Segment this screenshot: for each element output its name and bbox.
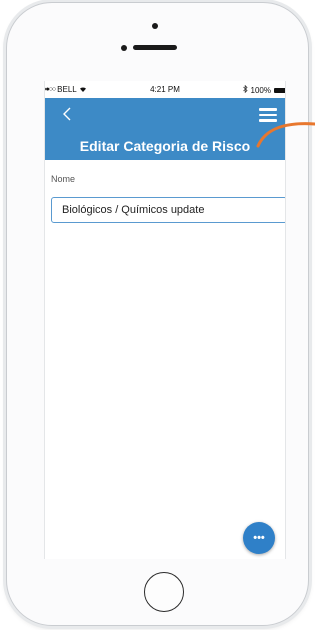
- hamburger-line: [259, 113, 277, 116]
- earpiece-speaker: [133, 45, 177, 50]
- proximity-sensor: [121, 45, 127, 51]
- annotation-arrow: [256, 122, 315, 148]
- phone-frame: ●●●○○ BELL 4:21 PM 100%: [6, 2, 309, 626]
- name-field-label: Nome: [51, 174, 76, 184]
- status-bar: ●●●○○ BELL 4:21 PM 100%: [45, 81, 285, 98]
- phone-screen: ●●●○○ BELL 4:21 PM 100%: [44, 81, 286, 559]
- name-field[interactable]: [51, 197, 285, 223]
- front-camera: [152, 23, 158, 29]
- hamburger-menu-icon: [259, 108, 277, 111]
- home-button[interactable]: [144, 572, 184, 612]
- bluetooth-icon: [242, 84, 248, 95]
- battery-icon: [274, 87, 285, 93]
- app-bar: Editar Categoria de Risco: [45, 98, 285, 160]
- more-actions-button[interactable]: •••: [243, 522, 275, 554]
- screenshot-stage: ●●●○○ BELL 4:21 PM 100%: [0, 0, 315, 630]
- back-button[interactable]: [60, 106, 76, 122]
- status-bar-right: 100%: [242, 84, 285, 95]
- page-title: Editar Categoria de Risco: [79, 138, 251, 154]
- battery-percentage: 100%: [250, 85, 271, 95]
- more-dots-icon: •••: [253, 532, 265, 544]
- chevron-left-icon: [63, 107, 71, 121]
